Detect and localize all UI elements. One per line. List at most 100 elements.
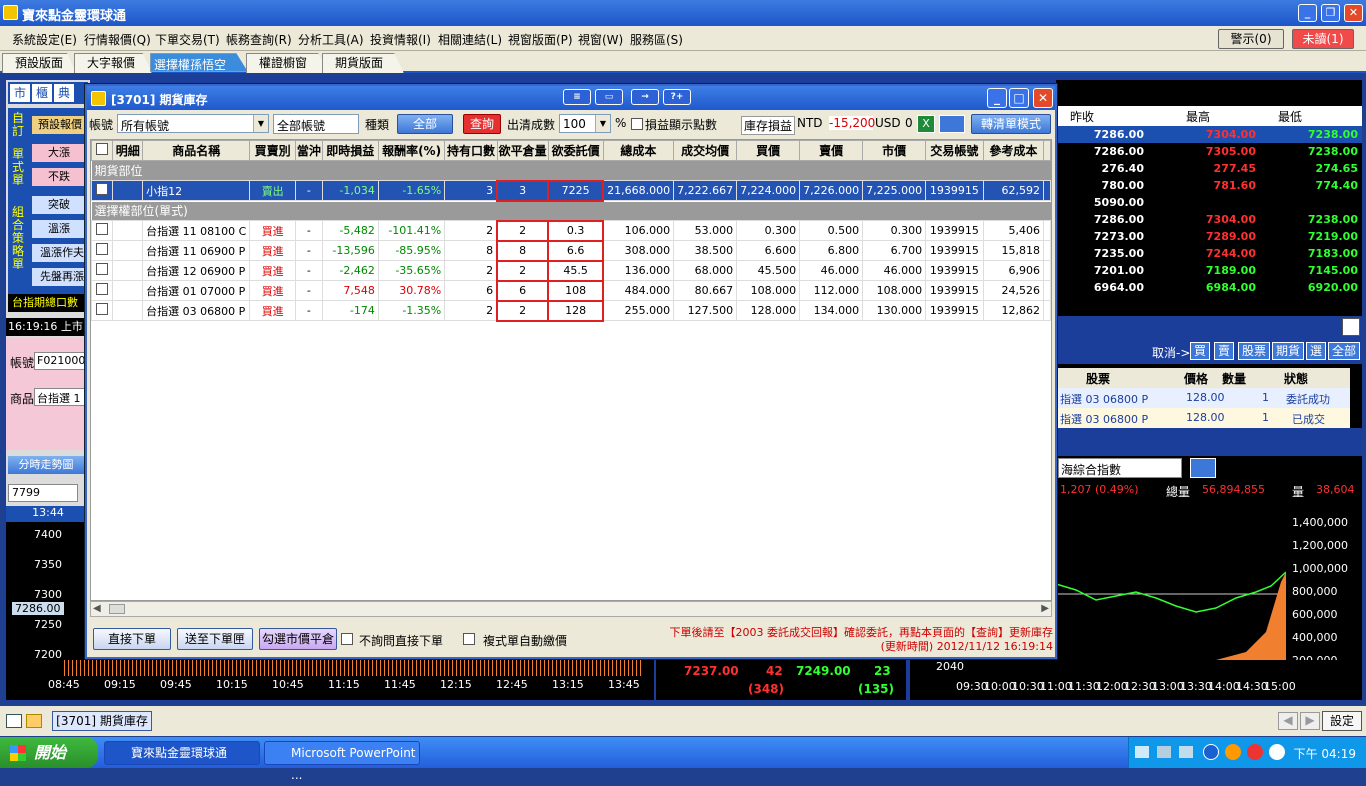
combo-auto-checkbox[interactable]	[463, 633, 475, 645]
acct-field[interactable]: F021000-	[34, 352, 90, 370]
acct-box[interactable]: 全部帳號	[273, 114, 359, 134]
scroll-left-icon[interactable]: ◀	[93, 603, 101, 614]
keyboard-icon[interactable]	[1135, 746, 1149, 758]
mild-up-button[interactable]: 溫漲	[32, 220, 86, 238]
chart-code-select[interactable]: 7799	[8, 484, 78, 502]
market-close-button[interactable]: 勾選市價平倉	[259, 628, 337, 650]
table-cell[interactable]: 108	[547, 279, 605, 302]
table-row[interactable]: 台指選 03 06800 P 買進 - -174 -1.35% 2 2 128 255.000 1…	[90, 299, 1051, 322]
table-row[interactable]: 台指選 12 06900 P 買進 - -2,462 -35.65% 2 2 45.5 136.…	[90, 259, 1051, 282]
folder-icon[interactable]	[26, 714, 42, 728]
quote-row[interactable]: 5090.00	[1056, 194, 1362, 211]
menu-trade[interactable]: 下單交易(T)	[155, 31, 220, 48]
antivirus-icon[interactable]	[1225, 744, 1241, 760]
row-checkbox[interactable]	[90, 260, 114, 281]
menu-links[interactable]: 相關連結(L)	[438, 31, 502, 48]
index-search-icon[interactable]	[1190, 458, 1216, 478]
table-cell[interactable]: 7225	[547, 179, 605, 202]
menu-system[interactable]: 系統設定(E)	[12, 31, 77, 48]
cancel-stock-button[interactable]: 股票	[1238, 342, 1270, 360]
menu-quote[interactable]: 行情報價(Q)	[84, 31, 151, 48]
quote-row[interactable]: 7286.00 7304.00 7238.00	[1056, 126, 1362, 143]
close-ratio-select[interactable]: 100 ▼	[559, 114, 611, 133]
column-header[interactable]: 總成本	[602, 140, 675, 161]
strip-next-icon[interactable]: ▶	[1300, 712, 1320, 730]
menu-window[interactable]: 視窗(W)	[578, 31, 623, 48]
cancel-all-button[interactable]: 全部	[1328, 342, 1360, 360]
cancel-sell-button[interactable]: 賣	[1214, 342, 1234, 360]
table-cell[interactable]: 3	[496, 179, 550, 202]
tab-futures[interactable]: 期貨版面	[322, 53, 404, 73]
cancel-options-button[interactable]: 選	[1306, 342, 1326, 360]
unread-button[interactable]: 未讀(1)	[1292, 29, 1354, 49]
column-header[interactable]: 欲委託價	[547, 140, 604, 161]
table-cell[interactable]: 2	[496, 299, 550, 322]
classic-button[interactable]: 典	[54, 84, 74, 102]
quote-row[interactable]: 7286.00 7305.00 7238.00	[1056, 143, 1362, 160]
volume-icon[interactable]	[1269, 744, 1285, 760]
menu-service[interactable]: 服務區(S)	[630, 31, 683, 48]
table-cell[interactable]: 6.6	[547, 239, 605, 262]
tool-icon[interactable]	[1157, 746, 1171, 758]
settings-button[interactable]: 設定	[1322, 711, 1362, 731]
send-to-order-box-button[interactable]: 送至下單匣	[177, 628, 253, 650]
table-row[interactable]: 台指選 01 07000 P 買進 -7,548 30.78% 6 6 108 484.000…	[90, 279, 1051, 302]
task-powerpoint[interactable]: Microsoft PowerPoint ...	[264, 741, 420, 782]
column-header[interactable]: 買價	[736, 140, 801, 161]
win-close-button[interactable]: ✕	[1033, 88, 1053, 108]
table-row[interactable]: 台指選 11 06900 P 買進 - -13,596 -85.95% 8 8 6.6 308.…	[90, 239, 1051, 262]
table-cell[interactable]: 45.5	[547, 259, 605, 282]
market-button[interactable]: 市	[10, 84, 30, 102]
query-button[interactable]: 查詢	[463, 114, 501, 134]
menu-analysis[interactable]: 分析工具(A)	[298, 31, 364, 48]
direct-order-button[interactable]: 直接下單	[93, 628, 171, 650]
tile-icon[interactable]	[6, 714, 22, 728]
product-field[interactable]: 台指選 1	[34, 388, 90, 406]
mild-up-b-button[interactable]: 溫漲作夫	[32, 244, 86, 262]
select-all-checkbox[interactable]	[90, 140, 114, 161]
table-cell[interactable]: 2	[496, 219, 550, 242]
type-dropdown-button[interactable]: 全部	[397, 114, 453, 134]
strip-prev-icon[interactable]: ◀	[1278, 712, 1298, 730]
horizontal-scrollbar[interactable]: ◀ ▶	[90, 601, 1052, 617]
row-checkbox[interactable]	[90, 280, 114, 301]
default-quote-button[interactable]: 預設報價	[32, 116, 86, 134]
list-mode-button[interactable]: 轉清單模式	[971, 114, 1051, 134]
acct-select[interactable]: 所有帳號 ▼	[117, 114, 269, 133]
panel-toggle-icon[interactable]	[1342, 318, 1360, 336]
row-checkbox[interactable]	[90, 180, 114, 201]
column-header[interactable]: 當沖	[295, 140, 323, 161]
no-confirm-checkbox[interactable]	[341, 633, 353, 645]
breakout-button[interactable]: 突破	[32, 196, 86, 214]
quote-row[interactable]: 7201.00 7189.00 7145.00	[1056, 262, 1362, 279]
help-icon[interactable]: ?+	[663, 89, 691, 105]
table-row[interactable]: 台指選 11 08100 C 買進 - -5,482 -101.41% 2 2 0.3 106.…	[90, 219, 1051, 242]
cancel-futures-button[interactable]: 期貨	[1272, 342, 1304, 360]
win-minimize-button[interactable]: _	[987, 88, 1007, 108]
layout-icon[interactable]: ≡	[563, 89, 591, 105]
table-cell[interactable]: 128	[547, 299, 605, 322]
export-icon[interactable]: →	[631, 89, 659, 105]
table-cell[interactable]: 0.3	[547, 219, 605, 242]
close-button[interactable]: ✕	[1344, 4, 1363, 22]
scroll-right-icon[interactable]: ▶	[1041, 603, 1049, 614]
task-app[interactable]: 寶來點金靈環球通	[104, 741, 260, 765]
row-checkbox[interactable]	[90, 240, 114, 261]
no-drop-button[interactable]: 不跌	[32, 168, 86, 186]
tab-default[interactable]: 預設版面	[2, 53, 76, 73]
table-cell[interactable]: 2	[496, 259, 550, 282]
table-cell[interactable]: 8	[496, 239, 550, 262]
menu-account[interactable]: 帳務查詢(R)	[226, 31, 292, 48]
tab-warrant[interactable]: 權證櫥窗	[246, 53, 328, 73]
column-header[interactable]: 成交均價	[673, 140, 738, 161]
quote-row[interactable]: 276.40 277.45 274.65	[1056, 160, 1362, 177]
menu-layout[interactable]: 視窗版面(P)	[508, 31, 573, 48]
update-icon[interactable]	[1247, 744, 1263, 760]
consolidate-button[interactable]: 先盤再漲	[32, 268, 86, 286]
column-header[interactable]: 持有口數	[444, 140, 498, 161]
column-header[interactable]: 明細	[112, 140, 144, 161]
table-row[interactable]: 小指12 賣出 - -1,034 -1.65% 3 3 7225 21,668.000 7,222…	[90, 179, 1051, 202]
tab-bigquote[interactable]: 大字報價	[74, 53, 152, 73]
table-cell[interactable]: 6	[496, 279, 550, 302]
win-maximize-button[interactable]: □	[1009, 88, 1029, 108]
